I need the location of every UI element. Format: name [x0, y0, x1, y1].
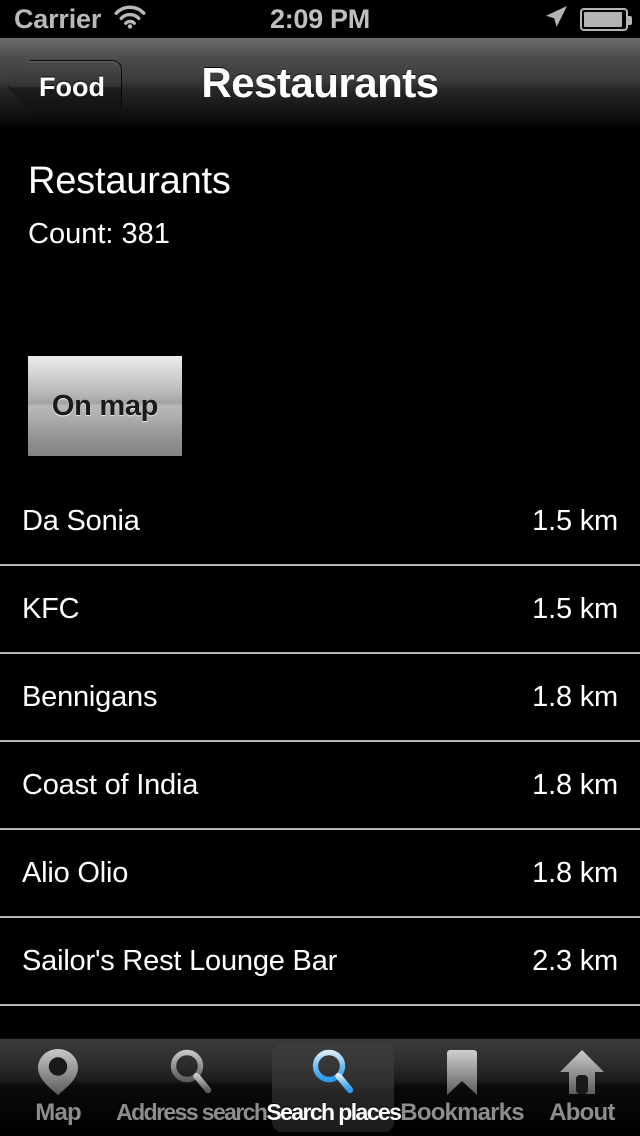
map-pin-icon: [33, 1047, 83, 1097]
list-item-distance: 2.3 km: [532, 944, 618, 977]
list-item[interactable]: Sailor's Rest Lounge Bar 2.3 km: [0, 918, 640, 1006]
tab-address-search[interactable]: Address search: [116, 1039, 268, 1136]
list-item-distance: 1.8 km: [532, 856, 618, 889]
home-icon: [557, 1047, 607, 1097]
count-label: Count:: [28, 218, 114, 250]
list-item-distance: 1.8 km: [532, 680, 618, 713]
restaurant-list: Da Sonia 1.5 km KFC 1.5 km Bennigans 1.8 km Co…: [0, 478, 640, 1006]
status-bar-right: [543, 0, 632, 38]
list-item[interactable]: KFC 1.5 km: [0, 566, 640, 654]
magnifier-icon: [166, 1047, 216, 1097]
tab-label: Address search: [116, 1099, 268, 1125]
content-area: Restaurants Count: 381 On map Da Sonia 1.…: [0, 128, 640, 1038]
list-item-name: Sailor's Rest Lounge Bar: [22, 944, 338, 977]
magnifier-blue-icon: [308, 1047, 358, 1097]
list-item-distance: 1.5 km: [532, 592, 618, 625]
list-item-distance: 1.8 km: [532, 768, 618, 801]
list-item-distance: 1.5 km: [532, 504, 618, 537]
tab-label: Bookmarks: [400, 1099, 524, 1126]
on-map-button[interactable]: On map: [28, 356, 182, 456]
app-screen: Carrier 2:09 PM Restaurants Food Restaur…: [0, 0, 640, 1136]
battery-icon: [580, 7, 632, 31]
list-item[interactable]: Alio Olio 1.8 km: [0, 830, 640, 918]
tab-map[interactable]: Map: [0, 1039, 116, 1136]
tab-about[interactable]: About: [524, 1039, 640, 1136]
list-item[interactable]: Coast of India 1.8 km: [0, 742, 640, 830]
list-item-name: Bennigans: [22, 680, 158, 713]
tab-label: Search places: [266, 1099, 402, 1125]
tab-label: Map: [35, 1099, 81, 1126]
navigation-bar: Restaurants Food: [0, 38, 640, 128]
count-line: Count: 381: [28, 218, 170, 251]
tab-bookmarks[interactable]: Bookmarks: [400, 1039, 525, 1136]
list-item[interactable]: Bennigans 1.8 km: [0, 654, 640, 742]
list-item-name: Alio Olio: [22, 856, 129, 889]
location-arrow-icon: [543, 4, 569, 35]
tab-label: About: [549, 1099, 615, 1126]
list-item-name: KFC: [22, 592, 80, 625]
status-bar: Carrier 2:09 PM: [0, 0, 640, 38]
bookmark-icon: [437, 1047, 487, 1097]
list-item-name: Da Sonia: [22, 504, 140, 537]
tab-search-places[interactable]: Search places: [266, 1039, 402, 1136]
count-value: 381: [121, 218, 170, 250]
list-item-name: Coast of India: [22, 768, 199, 801]
tab-bar: Map Address search Search places Bookmarks A…: [0, 1038, 640, 1136]
back-button[interactable]: Food: [8, 60, 122, 114]
section-heading: Restaurants: [28, 160, 231, 202]
list-item[interactable]: Da Sonia 1.5 km: [0, 478, 640, 566]
back-button-label: Food: [39, 71, 105, 102]
